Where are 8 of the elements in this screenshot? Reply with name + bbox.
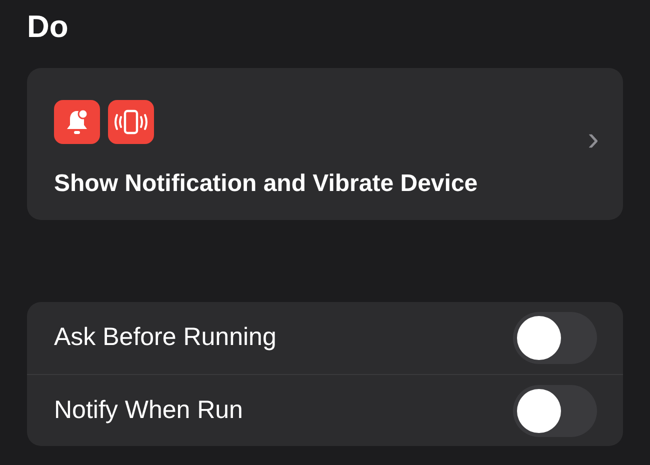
bell-icon xyxy=(54,100,100,144)
setting-label: Ask Before Running xyxy=(54,322,276,354)
section-title: Do xyxy=(27,8,70,46)
action-title: Show Notification and Vibrate Device xyxy=(54,169,479,199)
action-card[interactable]: Show Notification and Vibrate Device › xyxy=(27,68,623,220)
chevron-icon: › xyxy=(588,122,599,156)
vibrating-phone-icon xyxy=(108,100,154,144)
setting-label: Notify When Run xyxy=(54,394,243,426)
